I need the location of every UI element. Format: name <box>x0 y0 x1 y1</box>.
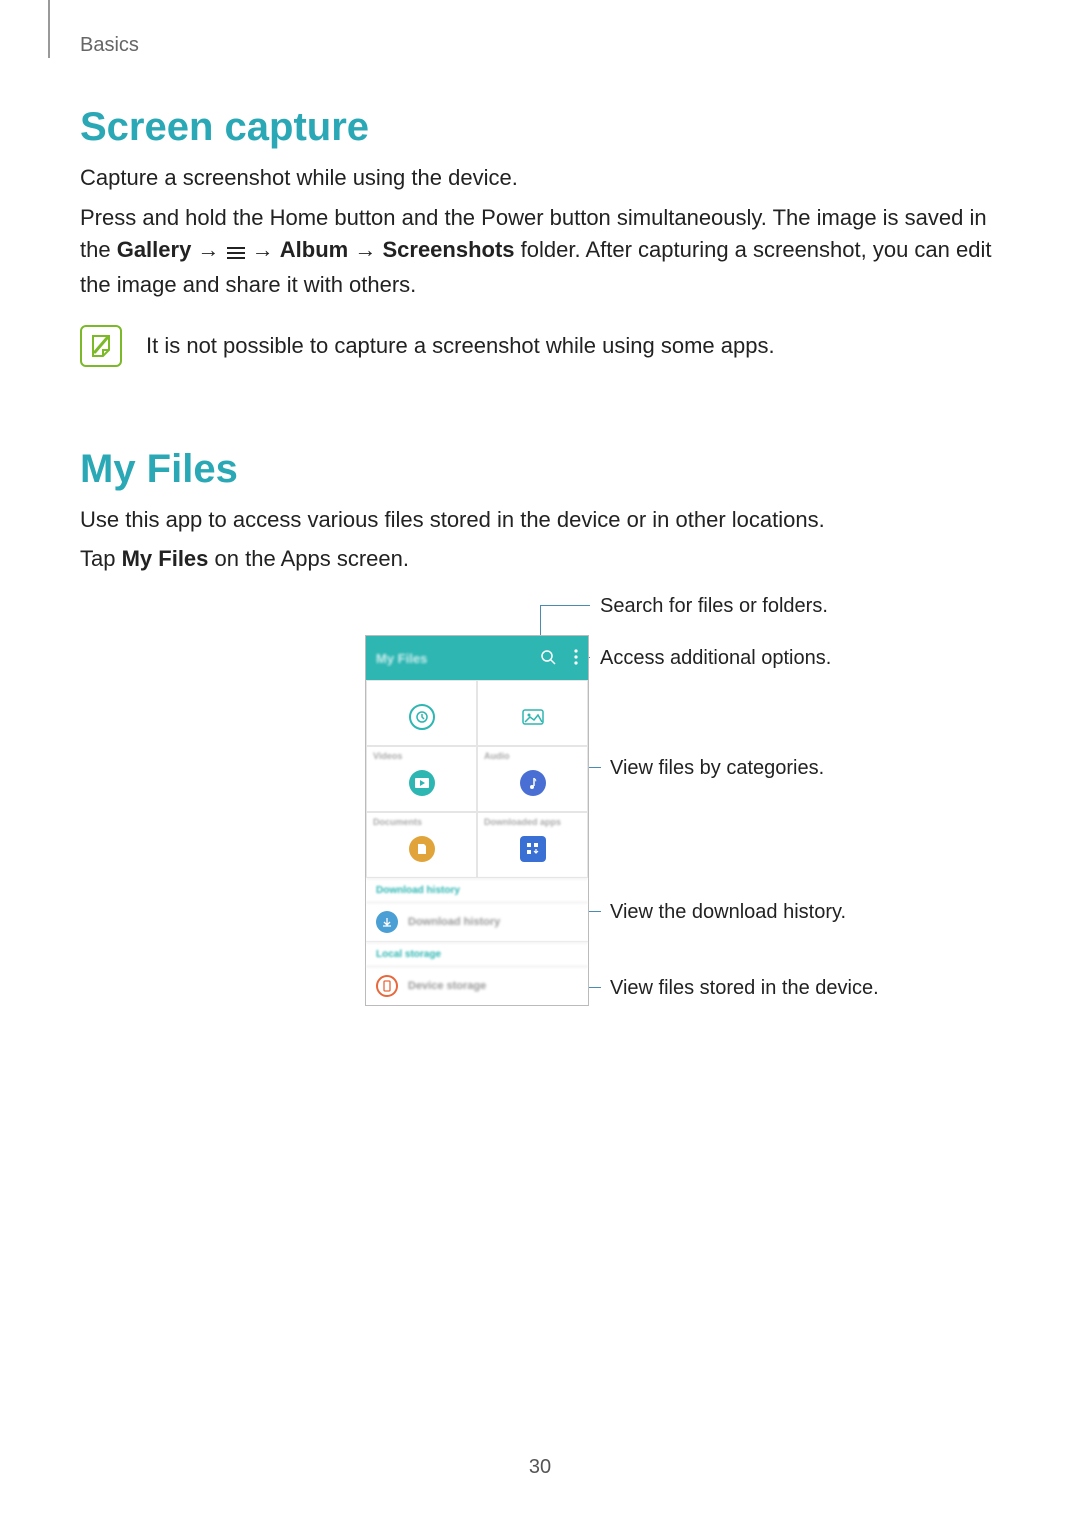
callout-search: Search for files or folders. <box>600 595 828 618</box>
screen-capture-instructions: Press and hold the Home button and the P… <box>80 202 1000 301</box>
arrow-text: → <box>348 237 382 262</box>
callout-download: View the download history. <box>610 901 846 924</box>
section-my-files: My Files Use this app to access various … <box>80 447 1000 1086</box>
callout-categories: View files by categories. <box>610 757 824 780</box>
category-label: Downloaded apps <box>484 817 561 827</box>
music-note-icon <box>520 770 546 796</box>
category-recent[interactable] <box>366 680 477 746</box>
note-text: It is not possible to capture a screensh… <box>146 333 775 359</box>
document-icon <box>409 836 435 862</box>
app-titlebar: My Files <box>366 636 588 680</box>
clock-icon <box>409 704 435 730</box>
my-files-tap-instruction: Tap My Files on the Apps screen. <box>80 543 1000 575</box>
heading-screen-capture: Screen capture <box>80 105 1000 150</box>
arrow-text: → <box>246 237 280 262</box>
category-label: Documents <box>373 817 422 827</box>
more-options-icon[interactable] <box>574 649 578 668</box>
note-block: It is not possible to capture a screensh… <box>80 325 1000 367</box>
callout-line <box>589 767 601 768</box>
video-icon <box>409 770 435 796</box>
album-label: Album <box>280 237 348 262</box>
gallery-label: Gallery <box>117 237 192 262</box>
download-history-row[interactable]: Download history <box>366 903 588 942</box>
search-icon[interactable] <box>540 649 556 668</box>
text-fragment: Tap <box>80 546 122 571</box>
section-header-download: Download history <box>366 878 588 903</box>
categories-grid: Videos Audio Documents <box>366 680 588 878</box>
callout-options: Access additional options. <box>600 647 831 670</box>
screenshots-label: Screenshots <box>382 237 514 262</box>
heading-my-files: My Files <box>80 447 1000 492</box>
category-label: Audio <box>484 751 510 761</box>
callout-line <box>589 987 601 988</box>
section-header-local-storage: Local storage <box>366 942 588 967</box>
list-item-label: Download history <box>408 916 500 928</box>
page-content: Screen capture Capture a screenshot whil… <box>80 105 1000 1085</box>
device-storage-icon <box>376 975 398 997</box>
download-icon <box>376 911 398 933</box>
category-images[interactable] <box>477 680 588 746</box>
category-documents[interactable]: Documents <box>366 812 477 878</box>
category-downloaded-apps[interactable]: Downloaded apps <box>477 812 588 878</box>
app-title: My Files <box>376 651 427 666</box>
apps-download-icon <box>520 836 546 862</box>
screen-capture-intro: Capture a screenshot while using the dev… <box>80 162 1000 194</box>
image-icon <box>520 704 546 730</box>
page-margin-line <box>48 0 50 58</box>
page-number: 30 <box>0 1456 1080 1479</box>
my-files-intro: Use this app to access various files sto… <box>80 504 1000 536</box>
my-files-figure: My Files <box>80 605 920 1085</box>
category-videos[interactable]: Videos <box>366 746 477 812</box>
text-fragment: on the Apps screen. <box>208 546 409 571</box>
arrow-text: → <box>191 237 225 262</box>
device-storage-row[interactable]: Device storage <box>366 967 588 1005</box>
phone-screenshot: My Files <box>365 635 589 1006</box>
breadcrumb: Basics <box>80 34 139 57</box>
note-icon <box>80 325 122 367</box>
callout-line <box>589 911 601 912</box>
category-label: Videos <box>373 751 402 761</box>
category-audio[interactable]: Audio <box>477 746 588 812</box>
list-item-label: Device storage <box>408 980 486 992</box>
hamburger-menu-icon <box>226 237 246 269</box>
callout-device: View files stored in the device. <box>610 977 879 1000</box>
callout-line <box>540 605 590 606</box>
my-files-label: My Files <box>122 546 209 571</box>
